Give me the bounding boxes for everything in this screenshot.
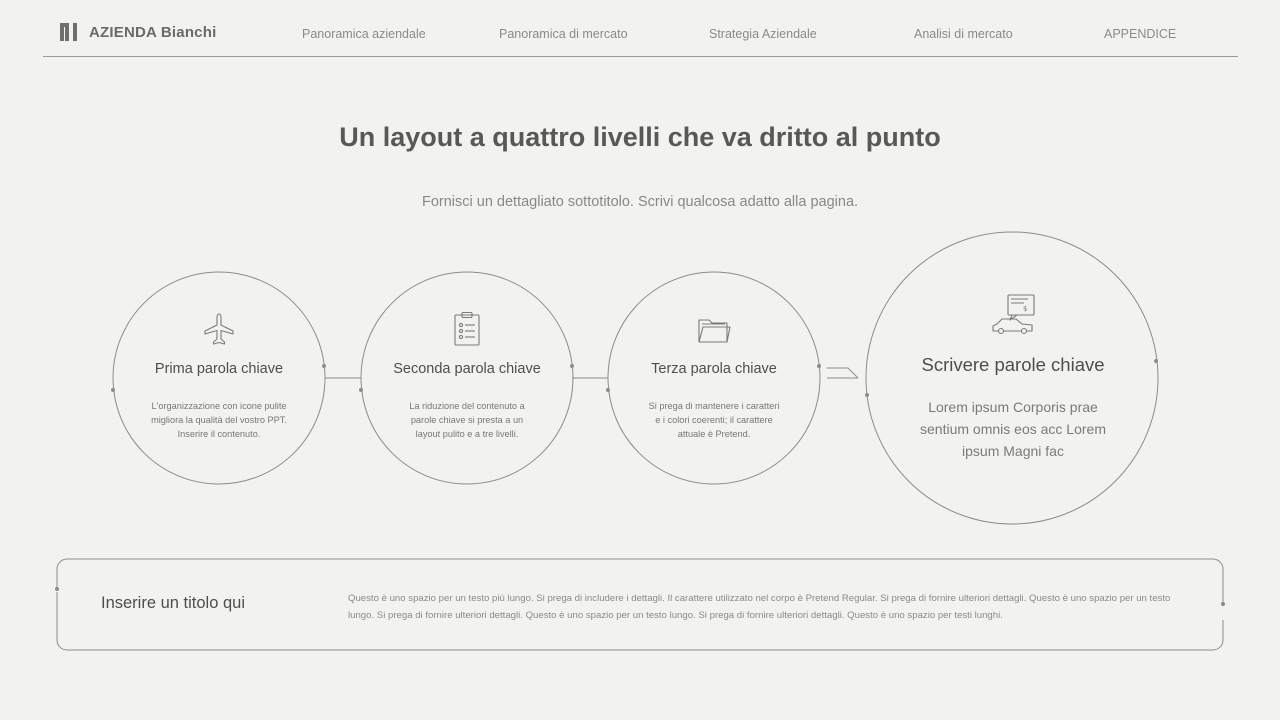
step-4-circle	[865, 231, 1159, 525]
panel-dot	[1221, 602, 1225, 606]
nav-panoramica-aziendale[interactable]: Panoramica aziendale	[302, 27, 426, 41]
nav-strategia-aziendale[interactable]: Strategia Aziendale	[709, 27, 817, 41]
step-4-keyword: Scrivere parole chiave	[921, 354, 1105, 375]
step-3-keyword: Terza parola chiave	[651, 361, 777, 377]
connector-dot	[606, 388, 610, 392]
connector-dot	[359, 388, 363, 392]
brand-logo[interactable]: AZIENDA Bianchi	[59, 22, 216, 42]
folder-icon	[698, 319, 731, 343]
connector-dot	[865, 393, 869, 397]
page-title: Un layout a quattro livelli che va dritt…	[339, 122, 941, 152]
panel-dot	[55, 587, 59, 591]
step-2-keyword: Seconda parola chiave	[393, 361, 541, 377]
nav-appendice[interactable]: APPENDICE	[1104, 27, 1176, 41]
svg-text:$: $	[1023, 305, 1027, 313]
clipboard-checklist-icon	[454, 311, 480, 346]
connector-dot	[817, 364, 821, 368]
step-1-circle	[112, 271, 326, 485]
connector-dot	[111, 388, 115, 392]
brand-name: AZIENDA Bianchi	[89, 23, 217, 41]
step-2-circle	[360, 271, 574, 485]
connector-dot	[570, 364, 574, 368]
bottom-panel-title: Inserire un titolo qui	[101, 594, 245, 612]
step-3-circle	[607, 271, 821, 485]
connector-dot	[322, 364, 326, 368]
brand-mark-icon	[60, 23, 77, 41]
car-invoice-icon: $	[992, 294, 1035, 335]
step-1-keyword: Prima parola chiave	[154, 361, 284, 377]
nav-analisi-di-mercato[interactable]: Analisi di mercato	[914, 27, 1013, 41]
connector-3-4	[827, 367, 859, 379]
airplane-icon	[204, 313, 234, 345]
step-3-description: Si prega di mantenere i caratteri e i co…	[648, 401, 780, 439]
page-subtitle: Fornisci un dettagliato sottotitolo. Scr…	[421, 194, 859, 210]
step-2-description: La riduzione del contenuto a parole chia…	[409, 401, 525, 439]
nav-panoramica-di-mercato[interactable]: Panoramica di mercato	[499, 27, 628, 41]
bottom-panel-body: Questo è uno spazio per un testo più lun…	[348, 593, 1171, 621]
connector-dot	[1154, 359, 1158, 363]
step-1-description: L'organizzazione con icone pulite miglio…	[151, 401, 287, 439]
top-navigation-bar: AZIENDA Bianchi Panoramica aziendale Pan…	[43, 0, 1238, 57]
step-4-description: Lorem ipsum Corporis prae sentium omnis …	[920, 399, 1106, 459]
